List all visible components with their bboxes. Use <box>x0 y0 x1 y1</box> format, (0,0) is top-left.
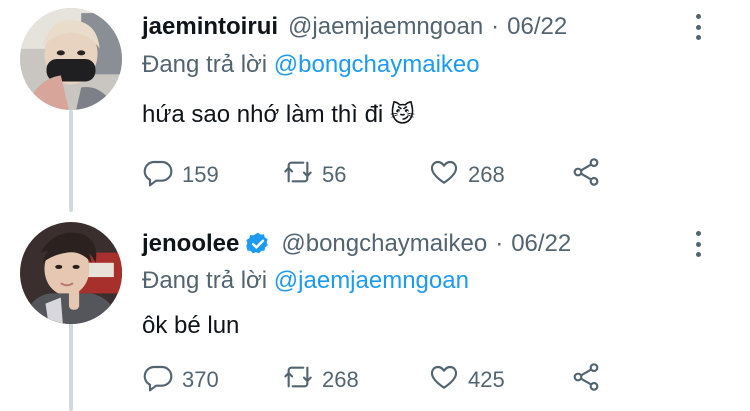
replying-to: Đang trả lời @bongchaymaikeo <box>142 51 480 79</box>
tweet-date[interactable]: 06/22 <box>507 13 567 41</box>
more-icon[interactable] <box>688 14 708 40</box>
display-name[interactable]: jenoolee <box>142 230 239 258</box>
tweet-text: hứa sao nhớ làm thì đi 😼 <box>142 101 415 128</box>
like-button[interactable]: 268 <box>428 157 505 193</box>
display-name[interactable]: jaemintoirui <box>142 13 278 41</box>
share-button[interactable] <box>570 157 602 193</box>
like-count: 425 <box>468 367 505 392</box>
tweet-text: ôk bé lun <box>142 312 240 339</box>
separator-dot: · <box>495 230 504 257</box>
retweet-icon <box>282 156 314 194</box>
tweet-actions: 159 56 268 <box>142 157 622 193</box>
share-button[interactable] <box>570 362 602 398</box>
like-count: 268 <box>468 162 505 187</box>
retweet-count: 268 <box>322 367 359 392</box>
tweet-header: jaemintoirui @jaemjaemngoan · 06/22 <box>142 10 567 44</box>
verified-badge-icon <box>245 231 271 257</box>
replying-to-label: Đang trả lời <box>142 51 268 78</box>
like-button[interactable]: 425 <box>428 362 505 398</box>
avatar[interactable] <box>20 222 122 324</box>
replying-to: Đang trả lời @jaemjaemngoan <box>142 267 469 295</box>
tweet-actions: 370 268 425 <box>142 362 622 398</box>
reply-icon <box>142 156 174 194</box>
tweet-header: jenoolee @bongchaymaikeo · 06/22 <box>142 227 571 261</box>
share-icon <box>570 361 602 399</box>
avatar-photo-2 <box>20 222 122 324</box>
user-handle[interactable]: @bongchaymaikeo <box>281 230 487 258</box>
share-icon <box>570 156 602 194</box>
tweet-date[interactable]: 06/22 <box>511 230 571 258</box>
retweet-button[interactable]: 56 <box>282 157 346 193</box>
mention-link[interactable]: @bongchaymaikeo <box>274 51 480 78</box>
retweet-count: 56 <box>322 162 347 187</box>
heart-icon <box>428 156 460 194</box>
heart-icon <box>428 361 460 399</box>
retweet-icon <box>282 361 314 399</box>
separator-dot: · <box>491 13 500 40</box>
reply-count: 370 <box>182 367 219 392</box>
more-icon[interactable] <box>688 231 708 257</box>
retweet-button[interactable]: 268 <box>282 362 359 398</box>
replying-to-label: Đang trả lời <box>142 267 268 294</box>
avatar-photo-1 <box>20 8 122 110</box>
reply-icon <box>142 361 174 399</box>
user-handle[interactable]: @jaemjaemngoan <box>288 13 483 41</box>
reply-button[interactable]: 159 <box>142 157 219 193</box>
reply-button[interactable]: 370 <box>142 362 219 398</box>
avatar[interactable] <box>20 8 122 110</box>
reply-count: 159 <box>182 162 219 187</box>
mention-link[interactable]: @jaemjaemngoan <box>274 267 469 294</box>
tweet-item[interactable]: jenoolee @bongchaymaikeo · 06/22 Đang tr… <box>0 212 750 411</box>
tweet-item[interactable]: jaemintoirui @jaemjaemngoan · 06/22 Đang… <box>0 0 750 212</box>
